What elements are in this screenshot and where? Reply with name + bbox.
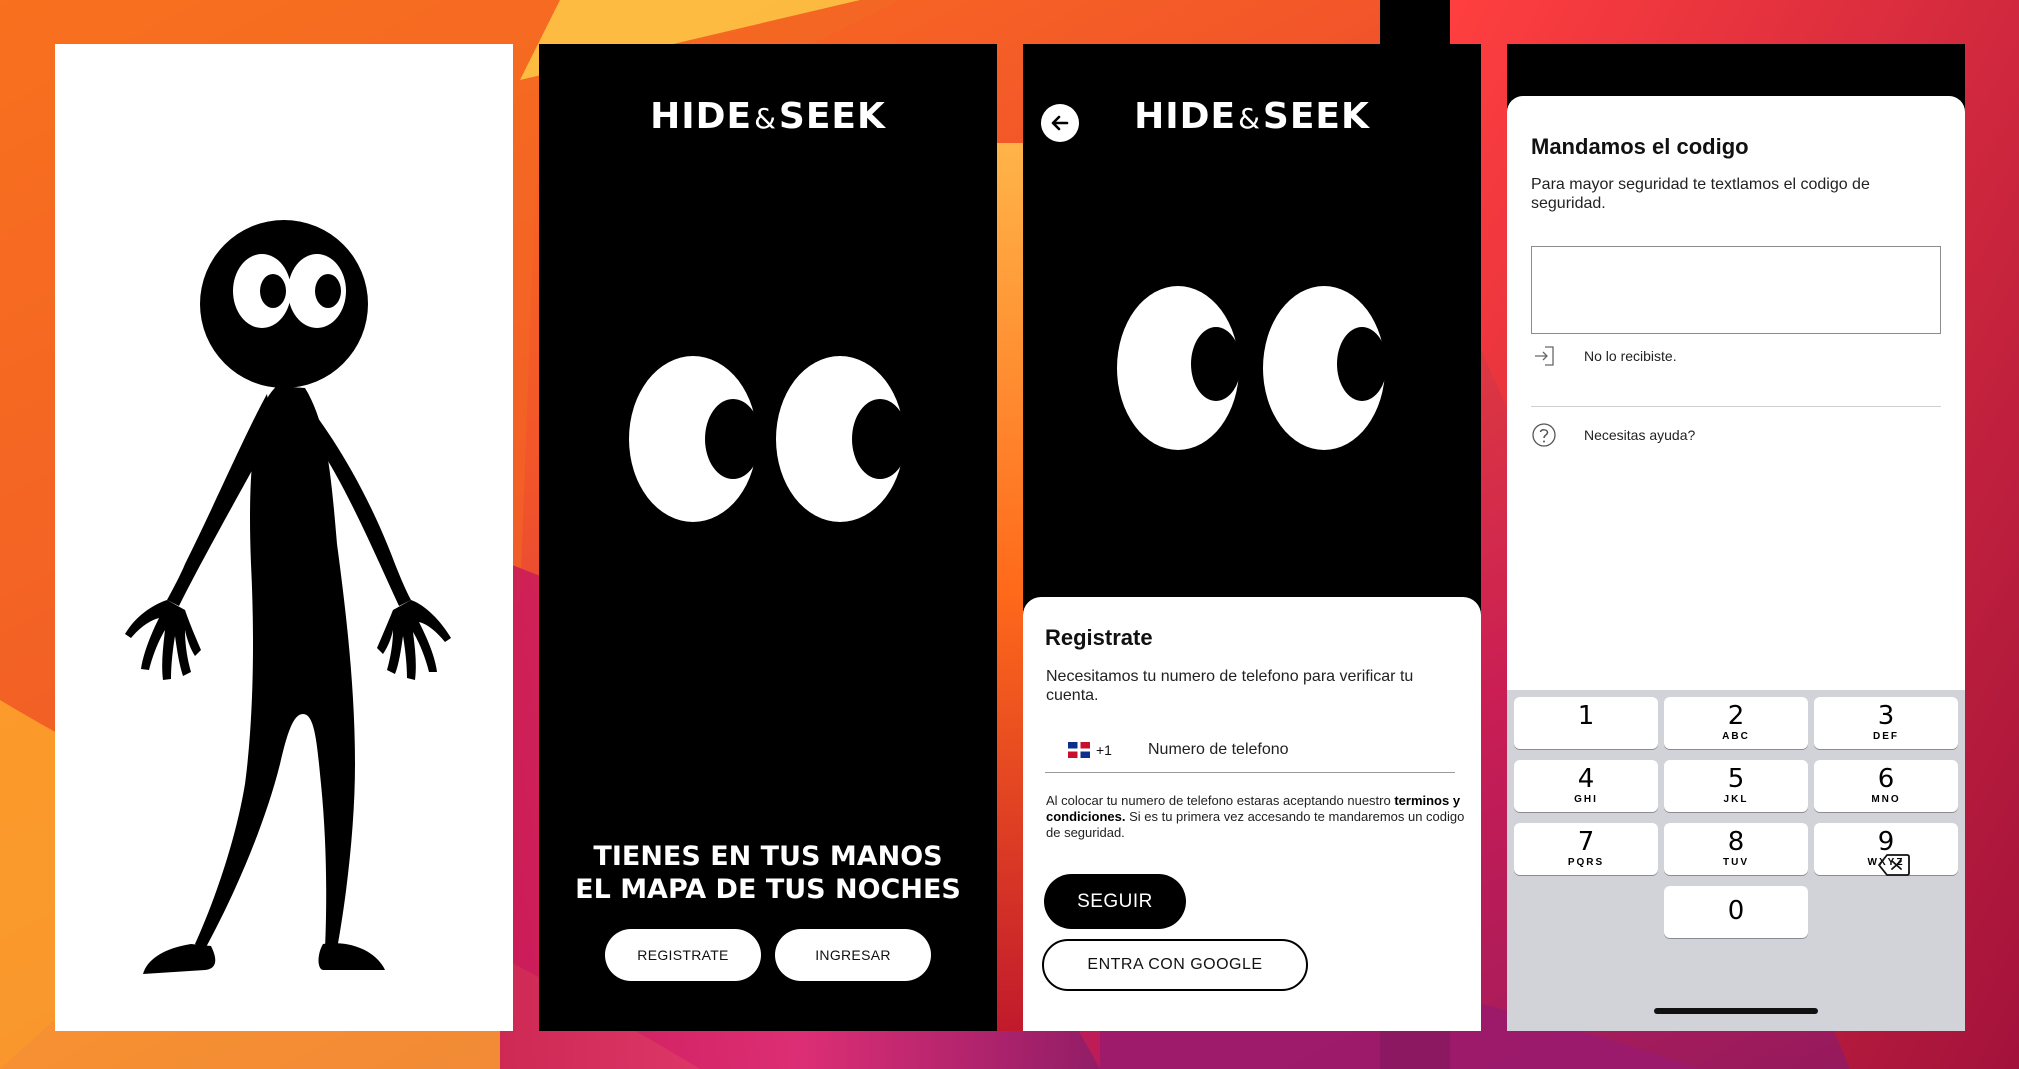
resend-code-label: No lo recibiste.	[1584, 348, 1677, 364]
register-subtitle: Necesitamos tu numero de telefono para v…	[1046, 668, 1414, 704]
question-circle-icon	[1532, 423, 1556, 447]
dominican-flag-icon[interactable]	[1068, 742, 1090, 758]
verification-subtitle: Para mayor seguridad te textlamos el cod…	[1531, 176, 1870, 212]
key-letters: GHI	[1574, 794, 1598, 805]
backspace-icon[interactable]	[1877, 852, 1911, 878]
logo-word-hide: HIDE	[650, 96, 753, 137]
key-digit: 2	[1727, 701, 1745, 731]
logo-word-seek: SEEK	[1262, 96, 1370, 137]
phone-number-field[interactable]: Numero de telefono	[1148, 741, 1289, 759]
key-7[interactable]: 7 PQRS	[1514, 823, 1658, 875]
key-letters: PQRS	[1567, 857, 1605, 868]
key-1[interactable]: 1	[1514, 697, 1658, 749]
logo-word-seek: SEEK	[778, 96, 886, 137]
continue-button[interactable]: SEGUIR	[1044, 874, 1186, 929]
logo-ampersand: &	[754, 102, 777, 135]
splash-screen	[55, 44, 513, 1031]
eyes-illustration	[629, 356, 908, 522]
key-digit: 5	[1727, 764, 1745, 794]
divider	[1531, 406, 1941, 407]
landing-screen: HIDE&SEEK TIENES EN TUS MANOS EL MAPA DE…	[539, 44, 997, 1031]
key-digit: 8	[1727, 827, 1745, 857]
key-4[interactable]: 4 GHI	[1514, 760, 1658, 812]
slogan-line-2: EL MAPA DE TUS NOCHES	[575, 874, 961, 905]
key-digit: 6	[1877, 764, 1895, 794]
login-button[interactable]: INGRESAR	[775, 929, 931, 981]
key-6[interactable]: 6 MNO	[1814, 760, 1958, 812]
key-digit: 0	[1727, 896, 1745, 926]
register-title: Registrate	[1045, 625, 1153, 650]
register-screen: HIDE&SEEK Registrate Necesitamos tu nume…	[1023, 44, 1481, 1031]
register-button[interactable]: REGISTRATE	[605, 929, 761, 981]
hide-and-seek-logo: HIDE&SEEK	[1023, 96, 1481, 137]
key-5[interactable]: 5 JKL	[1664, 760, 1808, 812]
google-signin-button[interactable]: ENTRA CON GOOGLE	[1042, 939, 1308, 991]
logo-word-hide: HIDE	[1134, 96, 1237, 137]
key-digit: 3	[1877, 701, 1895, 731]
terms-text-start: Al colocar tu numero de telefono estaras…	[1046, 793, 1395, 808]
resend-code-option[interactable]: No lo recibiste.	[1531, 339, 1941, 373]
eyes-illustration	[1117, 286, 1387, 450]
slogan: TIENES EN TUS MANOS EL MAPA DE TUS NOCHE…	[539, 840, 997, 906]
key-digit: 7	[1577, 827, 1595, 857]
slogan-line-1: TIENES EN TUS MANOS	[593, 841, 943, 872]
key-2[interactable]: 2 ABC	[1664, 697, 1808, 749]
mockup-canvas: HIDE&SEEK TIENES EN TUS MANOS EL MAPA DE…	[0, 0, 2019, 1069]
country-code[interactable]: +1	[1096, 742, 1112, 758]
key-letters: MNO	[1871, 794, 1901, 805]
sign-in-icon	[1535, 346, 1554, 366]
key-0[interactable]: 0	[1664, 886, 1808, 938]
numeric-keypad: 1 2 ABC 3 DEF 4 GHI 5 JKL 6 MNO 7 PQRS 8 TUV 9W…	[1507, 690, 1965, 1031]
key-digit: 4	[1577, 764, 1595, 794]
phone-input-row[interactable]: +1 Numero de telefono	[1045, 730, 1455, 773]
key-letters: ABC	[1722, 731, 1750, 742]
logo-ampersand: &	[1238, 102, 1261, 135]
home-indicator	[1654, 1008, 1818, 1014]
terms-text: Al colocar tu numero de telefono estaras…	[1046, 793, 1466, 841]
verification-title: Mandamos el codigo	[1531, 134, 1749, 159]
key-3[interactable]: 3 DEF	[1814, 697, 1958, 749]
code-input[interactable]	[1531, 246, 1941, 334]
key-letters: TUV	[1723, 857, 1749, 868]
stick-figure-illustration	[125, 220, 451, 974]
help-option[interactable]: Necesitas ayuda?	[1531, 418, 1941, 452]
key-8[interactable]: 8 TUV	[1664, 823, 1808, 875]
verification-screen: Mandamos el codigo Para mayor seguridad …	[1507, 44, 1965, 1031]
register-sheet: Registrate Necesitamos tu numero de tele…	[1023, 597, 1481, 1031]
help-label: Necesitas ayuda?	[1584, 427, 1696, 443]
hide-and-seek-logo: HIDE&SEEK	[539, 96, 997, 137]
key-letters: DEF	[1873, 731, 1899, 742]
key-digit: 1	[1577, 701, 1595, 731]
key-letters: JKL	[1723, 794, 1749, 805]
